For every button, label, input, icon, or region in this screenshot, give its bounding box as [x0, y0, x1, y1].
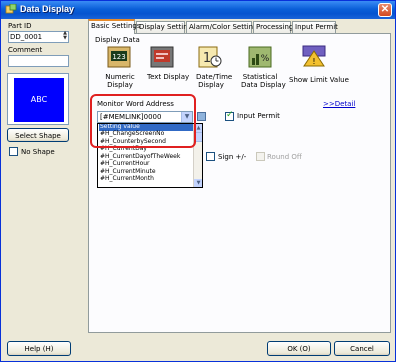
scroll-down-icon[interactable]: ▼ [194, 179, 202, 187]
tab-input-permit[interactable]: Input Permit [292, 21, 338, 33]
app-icon [5, 4, 17, 14]
select-shape-button[interactable]: Select Shape [7, 128, 69, 142]
tab-alarm-color-settings[interactable]: Alarm/Color Settings [186, 21, 261, 33]
window-title: Data Display [20, 4, 75, 14]
date-time-display-icon[interactable]: 1 [198, 46, 222, 68]
list-item[interactable]: #H_CurrentMonth [99, 175, 154, 183]
display-data-label: Display Data [95, 36, 140, 44]
svg-text:%: % [261, 54, 270, 64]
annotation-highlight [90, 94, 196, 148]
text-display-icon[interactable] [150, 46, 174, 68]
spinner-icon[interactable]: ▲ ▼ [63, 31, 67, 41]
tab-display-settings[interactable]: Display Settings [136, 21, 196, 33]
part-id-label: Part ID [8, 22, 32, 30]
round-off-label: Round Off [267, 153, 302, 161]
comment-field[interactable] [8, 55, 69, 67]
tab-basic-settings[interactable]: Basic Settings [88, 19, 140, 34]
input-permit-label: Input Permit [237, 112, 280, 120]
preview-shape: ABC [14, 78, 64, 122]
numeric-display-icon[interactable]: 123 [107, 46, 131, 68]
svg-text:123: 123 [112, 53, 125, 61]
input-permit-checkbox[interactable] [225, 110, 234, 121]
data-display-dialog: Data Display ✕ Part ID DD_0001 ▲ ▼ Commen… [0, 0, 396, 362]
help-button[interactable]: Help (H) [7, 341, 71, 356]
part-id-value: DD_0001 [10, 33, 43, 41]
svg-text:!: ! [312, 57, 315, 66]
numeric-display-label: Numeric Display [105, 73, 135, 89]
statistical-display-label: Statistical Data Display [241, 73, 286, 89]
detail-link[interactable]: >>Detail [323, 100, 355, 108]
address-keypad-icon[interactable] [197, 112, 206, 121]
title-bar[interactable]: Data Display ✕ [1, 1, 395, 19]
show-limit-value-icon[interactable]: ! [302, 45, 326, 67]
tab-processing[interactable]: Processing [253, 21, 293, 33]
no-shape-checkbox[interactable] [9, 147, 18, 156]
cancel-button[interactable]: Cancel [334, 341, 390, 356]
shape-preview: ABC [7, 73, 69, 125]
sign-label: Sign +/- [218, 153, 247, 161]
part-id-field[interactable]: DD_0001 ▲ ▼ [8, 31, 69, 43]
list-item[interactable]: #H_CurrentHour [99, 160, 150, 168]
show-limit-value-label: Show Limit Value [289, 76, 349, 84]
round-off-checkbox [256, 152, 265, 161]
date-time-display-label: Date/Time Display [196, 73, 233, 89]
svg-text:1: 1 [203, 51, 211, 66]
sign-checkbox[interactable] [206, 152, 215, 161]
ok-button[interactable]: OK (O) [267, 341, 331, 356]
no-shape-label: No Shape [21, 148, 55, 156]
text-display-label: Text Display [147, 73, 190, 81]
comment-label: Comment [8, 46, 43, 54]
close-button[interactable]: ✕ [378, 3, 392, 17]
statistical-display-icon[interactable]: % [248, 46, 272, 68]
